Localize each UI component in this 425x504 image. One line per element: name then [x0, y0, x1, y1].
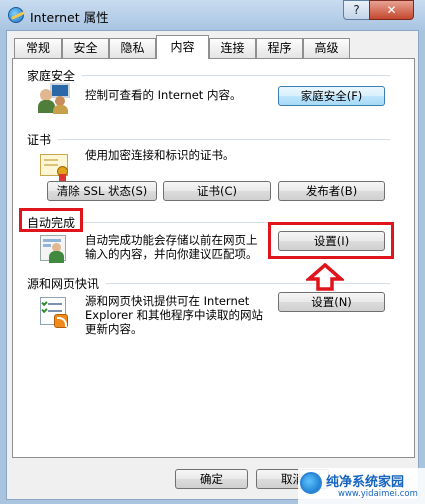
tab-connections[interactable]: 连接	[209, 38, 256, 58]
up-arrow-icon	[306, 263, 344, 291]
family-safety-separator	[82, 75, 390, 76]
tab-content[interactable]: 内容	[156, 35, 209, 59]
tab-security[interactable]: 安全	[62, 38, 109, 58]
autocomplete-description-line1: 自动完成功能会存储以前在网页上	[85, 233, 258, 247]
feeds-settings-button[interactable]: 设置(N)	[278, 292, 385, 312]
watermark-url: www.yidaimei.com	[338, 489, 418, 499]
title-bar: Internet 属性 ? ✕	[0, 0, 425, 30]
internet-explorer-icon	[8, 7, 24, 23]
rss-feed-icon	[40, 297, 70, 329]
feeds-description-line2: Explorer 和其他程序中读取的网站	[85, 308, 264, 322]
autocomplete-description-line2: 输入的内容，并向你建议匹配项。	[85, 247, 258, 261]
family-safety-button[interactable]: 家庭安全(F)	[278, 86, 385, 106]
certificates-group-label: 证书	[27, 133, 52, 147]
autocomplete-icon	[40, 235, 68, 265]
autocomplete-label-highlight	[19, 208, 83, 232]
feeds-separator	[106, 283, 390, 284]
tab-general[interactable]: 常规	[14, 38, 62, 58]
publishers-button[interactable]: 发布者(B)	[278, 181, 385, 201]
settings-button-highlight	[268, 222, 394, 259]
certificate-icon	[40, 152, 70, 182]
watermark-logo-icon	[300, 472, 322, 494]
ok-button[interactable]: 确定	[175, 469, 248, 489]
tab-privacy[interactable]: 隐私	[109, 38, 156, 58]
family-safety-description: 控制可查看的 Internet 内容。	[85, 88, 242, 102]
certificates-description: 使用加密连接和标识的证书。	[85, 148, 235, 162]
watermark: 纯净系统家园 www.yidaimei.com	[298, 468, 425, 504]
window-title: Internet 属性	[30, 10, 109, 25]
certificates-button[interactable]: 证书(C)	[163, 181, 271, 201]
family-safety-icon	[38, 83, 72, 115]
feeds-description-line3: 更新内容。	[85, 322, 143, 336]
feeds-description-line1: 源和网页快讯提供可在 Internet	[85, 294, 250, 308]
watermark-title: 纯净系统家园	[326, 475, 405, 490]
tab-advanced[interactable]: 高级	[303, 38, 350, 58]
feeds-group-label: 源和网页快讯	[27, 277, 100, 291]
close-button[interactable]: ✕	[369, 0, 414, 20]
family-safety-button-label: 家庭安全(F)	[300, 89, 363, 103]
tab-programs[interactable]: 程序	[256, 38, 303, 58]
certificates-separator	[58, 139, 390, 140]
family-safety-group-label: 家庭安全	[27, 69, 76, 83]
help-button[interactable]: ?	[343, 0, 370, 20]
clear-ssl-state-button[interactable]: 清除 SSL 状态(S)	[47, 181, 157, 201]
